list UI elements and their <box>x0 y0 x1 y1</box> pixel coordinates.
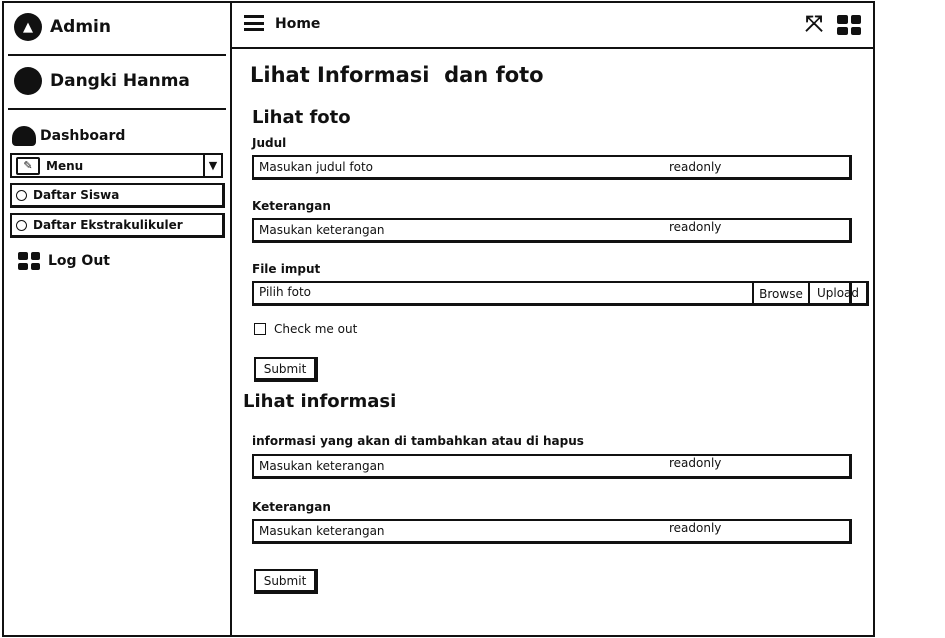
fullscreen-icon[interactable]: ⤧ <box>803 14 825 36</box>
check-me-out-row[interactable]: Check me out <box>254 322 357 336</box>
section-heading-lihat-foto: Lihat foto <box>252 107 351 128</box>
divider <box>8 54 226 56</box>
file-input-label: File imput <box>252 262 321 276</box>
menu-label: Menu <box>46 158 84 173</box>
keterangan-input[interactable]: Masukan keterangan readonly <box>252 519 852 544</box>
file-placeholder: Pilih foto <box>259 285 312 299</box>
readonly-indicator: readonly <box>669 220 722 234</box>
informasi-input[interactable]: Masukan keterangan readonly <box>252 454 852 479</box>
topbar: Home ⤧ <box>232 1 875 49</box>
edit-icon: ✎ <box>16 156 40 175</box>
informasi-placeholder: Masukan keterangan <box>259 459 385 473</box>
main-content: Home ⤧ Lihat Informasi dan foto Lihat fo… <box>232 1 875 637</box>
readonly-indicator: readonly <box>669 456 722 470</box>
judul-input[interactable]: Masukan judul foto readonly <box>252 155 852 180</box>
section-heading-lihat-informasi: Lihat informasi <box>243 391 397 412</box>
chevron-down-icon[interactable]: ▼ <box>203 155 221 176</box>
user-profile: Dangki Hanma <box>14 67 190 95</box>
brand-title: Admin <box>50 17 111 37</box>
submit-button[interactable]: Submit <box>254 357 318 382</box>
sidebar-item-label: Daftar Siswa <box>33 188 120 202</box>
brand: ▲ Admin <box>14 13 111 41</box>
browse-button[interactable]: Browse <box>752 281 810 306</box>
user-name: Dangki Hanma <box>50 71 190 91</box>
hamburger-menu-icon[interactable] <box>244 15 264 31</box>
logout-label: Log Out <box>48 253 110 269</box>
github-icon <box>14 67 42 95</box>
apps-grid-icon[interactable] <box>837 15 861 35</box>
keterangan-label: Keterangan <box>252 199 331 213</box>
dashboard-label: Dashboard <box>40 128 126 144</box>
submit-button[interactable]: Submit <box>254 569 318 594</box>
upload-button[interactable]: Upload <box>808 281 869 306</box>
keterangan-placeholder: Masukan keterangan <box>259 524 385 538</box>
sidebar-item-dashboard[interactable]: Dashboard <box>12 126 125 146</box>
file-input[interactable]: Pilih foto Browse Upload <box>252 281 869 306</box>
informasi-label: informasi yang akan di tambahkan atau di… <box>252 434 584 448</box>
circle-icon <box>16 189 27 201</box>
readonly-indicator: readonly <box>669 521 722 535</box>
sidebar-item-label: Daftar Ekstrakulikuler <box>33 218 183 232</box>
sidebar-item-daftar-ekstrakulikuler[interactable]: Daftar Ekstrakulikuler <box>10 213 225 238</box>
breadcrumb-home[interactable]: Home <box>275 16 320 32</box>
sidebar: ▲ Admin Dangki Hanma Dashboard ✎ Menu ▼ … <box>2 1 232 637</box>
judul-label: Judul <box>252 136 287 150</box>
logout-button[interactable]: Log Out <box>18 252 110 270</box>
keterangan-placeholder: Masukan keterangan <box>259 223 385 237</box>
grid-icon <box>18 252 40 270</box>
readonly-indicator: readonly <box>669 160 722 174</box>
divider <box>8 108 226 110</box>
palette-icon <box>12 126 36 146</box>
judul-placeholder: Masukan judul foto <box>259 160 373 174</box>
page-title: Lihat Informasi dan foto <box>250 63 544 87</box>
sidebar-item-daftar-siswa[interactable]: Daftar Siswa <box>10 183 225 208</box>
keterangan-input[interactable]: Masukan keterangan readonly <box>252 218 852 243</box>
circle-icon <box>16 219 27 231</box>
checkbox-label: Check me out <box>274 322 358 336</box>
menu-dropdown[interactable]: ✎ Menu ▼ <box>10 153 223 178</box>
checkbox[interactable] <box>254 323 266 335</box>
logo-icon: ▲ <box>14 13 42 41</box>
keterangan-label: Keterangan <box>252 500 331 514</box>
